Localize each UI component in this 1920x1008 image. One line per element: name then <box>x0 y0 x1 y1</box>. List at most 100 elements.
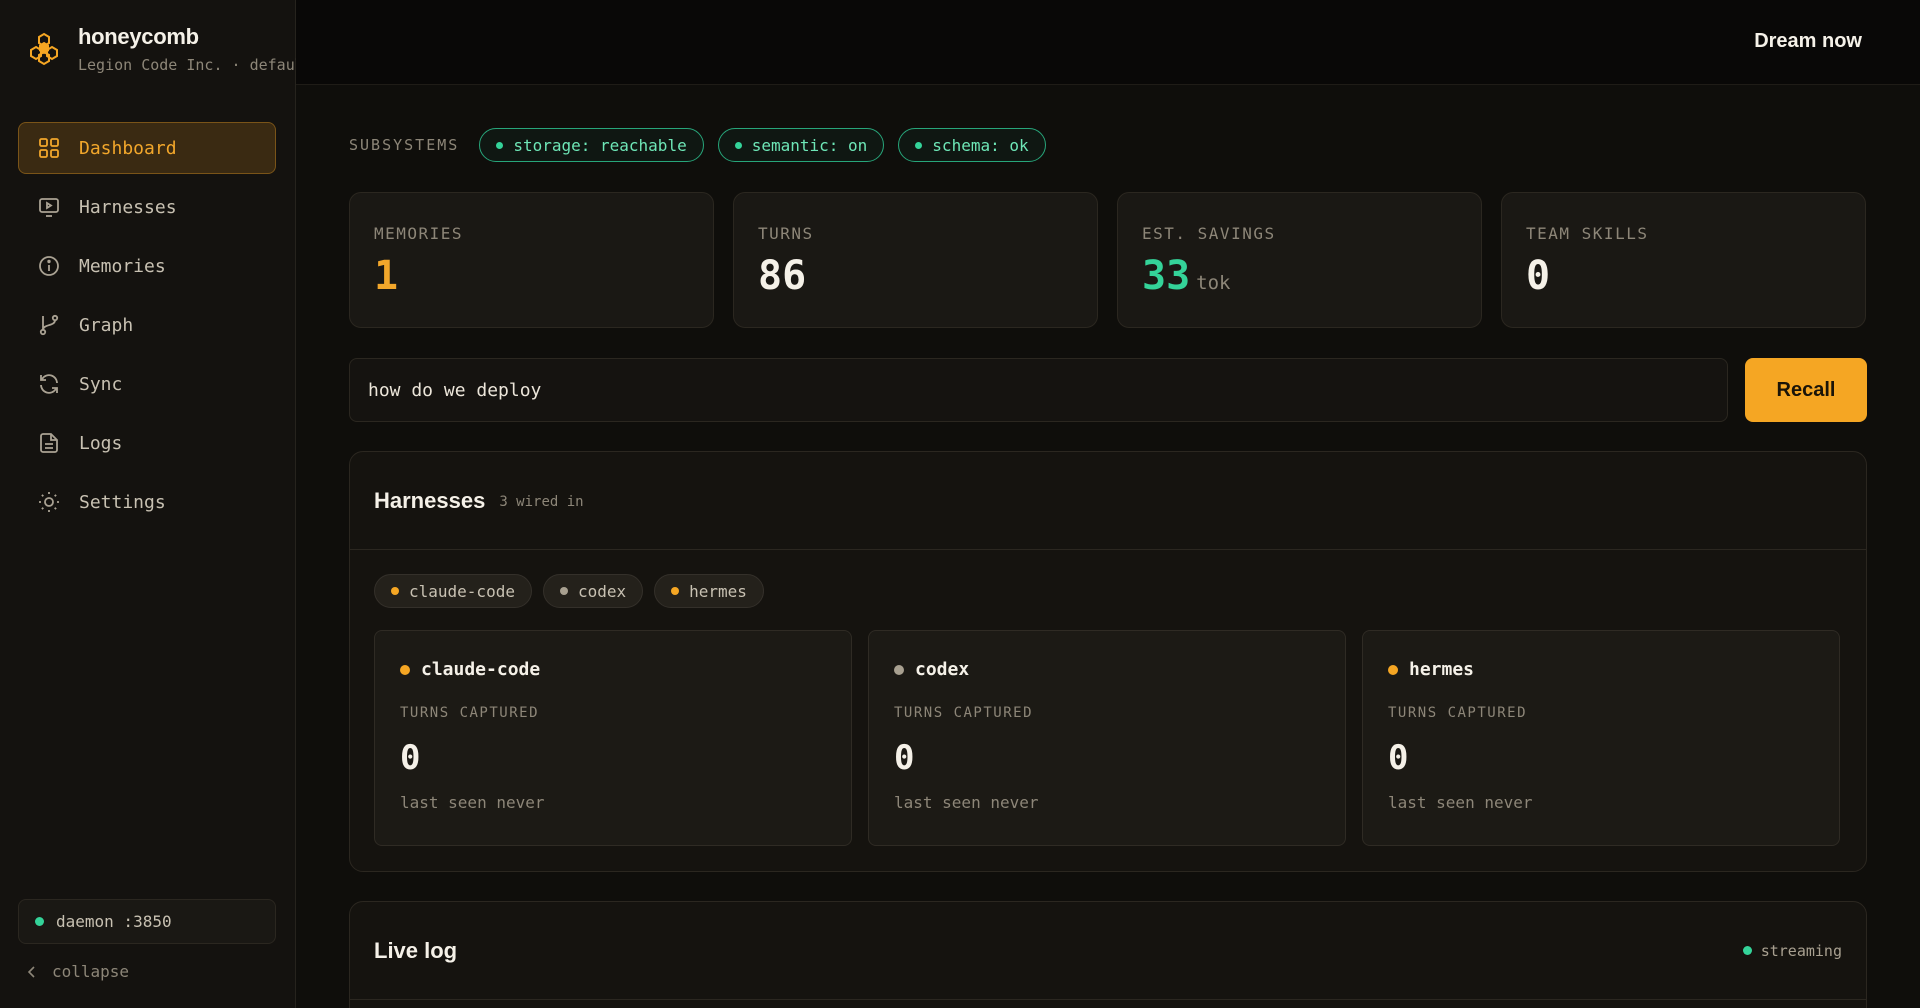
harnesses-panel: Harnesses 3 wired in claude-code codex h… <box>349 451 1867 872</box>
brand[interactable]: honeycomb Legion Code Inc. · default <box>26 24 296 74</box>
refresh-icon <box>37 372 61 396</box>
badge-label: storage: reachable <box>513 135 687 155</box>
dream-now-button[interactable]: Dream now <box>1754 30 1862 53</box>
status-dot <box>1388 664 1398 675</box>
chip-label: codex <box>577 581 627 601</box>
harness-name: hermes <box>1388 659 1814 680</box>
subsystems-row: SUBSYSTEMS storage: reachable semantic: … <box>349 128 1060 162</box>
info-circle-icon <box>37 254 61 278</box>
harness-metric-value: 0 <box>400 738 421 778</box>
panel-header: Live log streaming <box>350 902 1866 1000</box>
stat-value: 0 <box>1526 253 1551 299</box>
subsystems-label: SUBSYSTEMS <box>349 136 460 154</box>
file-text-icon <box>37 431 61 455</box>
recall-query-input[interactable] <box>349 358 1728 422</box>
harness-metric-label: TURNS CAPTURED <box>894 705 1034 721</box>
app-name: honeycomb <box>78 24 199 49</box>
harness-metric-value: 0 <box>894 738 915 778</box>
panel-header: Harnesses 3 wired in <box>350 452 1866 550</box>
harness-card-claude-code[interactable]: claude-code TURNS CAPTURED 0 last seen n… <box>374 630 852 846</box>
live-log-panel: Live log streaming <box>349 901 1867 1008</box>
status-dot <box>35 917 44 926</box>
panel-title: Harnesses <box>374 487 486 513</box>
sidebar: honeycomb Legion Code Inc. · default Das… <box>0 0 296 1008</box>
harness-card-codex[interactable]: codex TURNS CAPTURED 0 last seen never <box>868 630 1346 846</box>
status-badge-semantic: semantic: on <box>717 128 885 162</box>
harness-last-seen: last seen never <box>400 793 545 812</box>
sidebar-item-label: Memories <box>79 255 166 277</box>
harness-chip-codex[interactable]: codex <box>542 574 644 608</box>
sidebar-item-label: Harnesses <box>79 196 177 218</box>
git-branch-icon <box>37 313 61 337</box>
stat-label: MEMORIES <box>374 224 464 243</box>
harness-chip-claude-code[interactable]: claude-code <box>374 574 532 608</box>
chip-label: hermes <box>689 581 747 601</box>
status-dot <box>734 141 742 149</box>
status-badge-storage: storage: reachable <box>479 128 704 162</box>
stat-label: EST. SAVINGS <box>1142 224 1276 243</box>
harness-name: codex <box>894 659 1320 680</box>
status-dot <box>391 587 399 595</box>
sidebar-item-settings[interactable]: Settings <box>18 476 276 528</box>
harness-card-hermes[interactable]: hermes TURNS CAPTURED 0 last seen never <box>1362 630 1840 846</box>
harness-name: claude-code <box>400 659 826 680</box>
harness-chip-hermes[interactable]: hermes <box>654 574 764 608</box>
status-dot <box>496 141 504 149</box>
grid-icon <box>37 136 61 160</box>
sidebar-item-harnesses[interactable]: Harnesses <box>18 181 276 233</box>
stats-row: MEMORIES 1 TURNS 86 EST. SAVINGS 33 tok T… <box>349 192 1885 328</box>
chevron-left-icon <box>26 965 38 979</box>
status-dot <box>1742 946 1752 955</box>
stat-card-memories: MEMORIES 1 <box>349 192 714 328</box>
status-dot <box>400 664 410 675</box>
status-badge-schema: schema: ok <box>898 128 1046 162</box>
honeycomb-logo-icon <box>30 32 58 66</box>
streaming-indicator: streaming <box>1742 941 1842 960</box>
sidebar-item-dashboard[interactable]: Dashboard <box>18 122 276 174</box>
badge-label: semantic: on <box>751 135 868 155</box>
chip-label: claude-code <box>409 581 515 601</box>
status-dot <box>559 587 568 595</box>
streaming-label: streaming <box>1760 941 1842 960</box>
stat-value: 1 <box>374 253 399 299</box>
main-content: SUBSYSTEMS storage: reachable semantic: … <box>296 85 1920 1008</box>
collapse-label: collapse <box>52 962 130 981</box>
daemon-status: daemon :3850 <box>18 899 276 944</box>
sidebar-item-label: Sync <box>79 373 123 395</box>
stat-card-savings: EST. SAVINGS 33 tok <box>1117 192 1482 328</box>
sidebar-item-logs[interactable]: Logs <box>18 417 276 469</box>
sidebar-item-label: Graph <box>79 314 134 336</box>
sidebar-item-label: Dashboard <box>79 137 177 159</box>
stat-card-turns: TURNS 86 <box>733 192 1098 328</box>
harness-cards: claude-code TURNS CAPTURED 0 last seen n… <box>374 630 1856 846</box>
sidebar-nav: Dashboard Harnesses Memories Graph Sync <box>18 122 276 535</box>
badge-label: schema: ok <box>932 135 1029 155</box>
panel-title: Live log <box>374 937 458 963</box>
harness-metric-label: TURNS CAPTURED <box>1388 705 1528 721</box>
sidebar-item-sync[interactable]: Sync <box>18 358 276 410</box>
stat-value: 33 tok <box>1142 253 1231 299</box>
status-dot <box>915 141 923 149</box>
stat-card-team-skills: TEAM SKILLS 0 <box>1501 192 1866 328</box>
top-bar: Dream now <box>296 0 1920 85</box>
org-name: Legion Code Inc. · default <box>78 56 296 74</box>
daemon-label: daemon :3850 <box>56 912 172 931</box>
status-dot <box>894 664 904 675</box>
sidebar-item-memories[interactable]: Memories <box>18 240 276 292</box>
stat-value: 86 <box>758 253 807 299</box>
sidebar-item-graph[interactable]: Graph <box>18 299 276 351</box>
harness-last-seen: last seen never <box>894 793 1039 812</box>
harness-metric-label: TURNS CAPTURED <box>400 705 540 721</box>
monitor-play-icon <box>37 195 61 219</box>
harness-chips: claude-code codex hermes <box>374 574 775 608</box>
stat-unit: tok <box>1196 272 1231 294</box>
sidebar-item-label: Settings <box>79 491 166 513</box>
collapse-button[interactable]: collapse <box>26 962 129 981</box>
sun-gear-icon <box>37 490 61 514</box>
panel-subtitle: 3 wired in <box>499 494 584 510</box>
status-dot <box>671 587 680 595</box>
sidebar-item-label: Logs <box>79 432 123 454</box>
recall-button[interactable]: Recall <box>1745 358 1867 422</box>
stat-label: TEAM SKILLS <box>1526 224 1649 243</box>
harness-metric-value: 0 <box>1388 738 1409 778</box>
